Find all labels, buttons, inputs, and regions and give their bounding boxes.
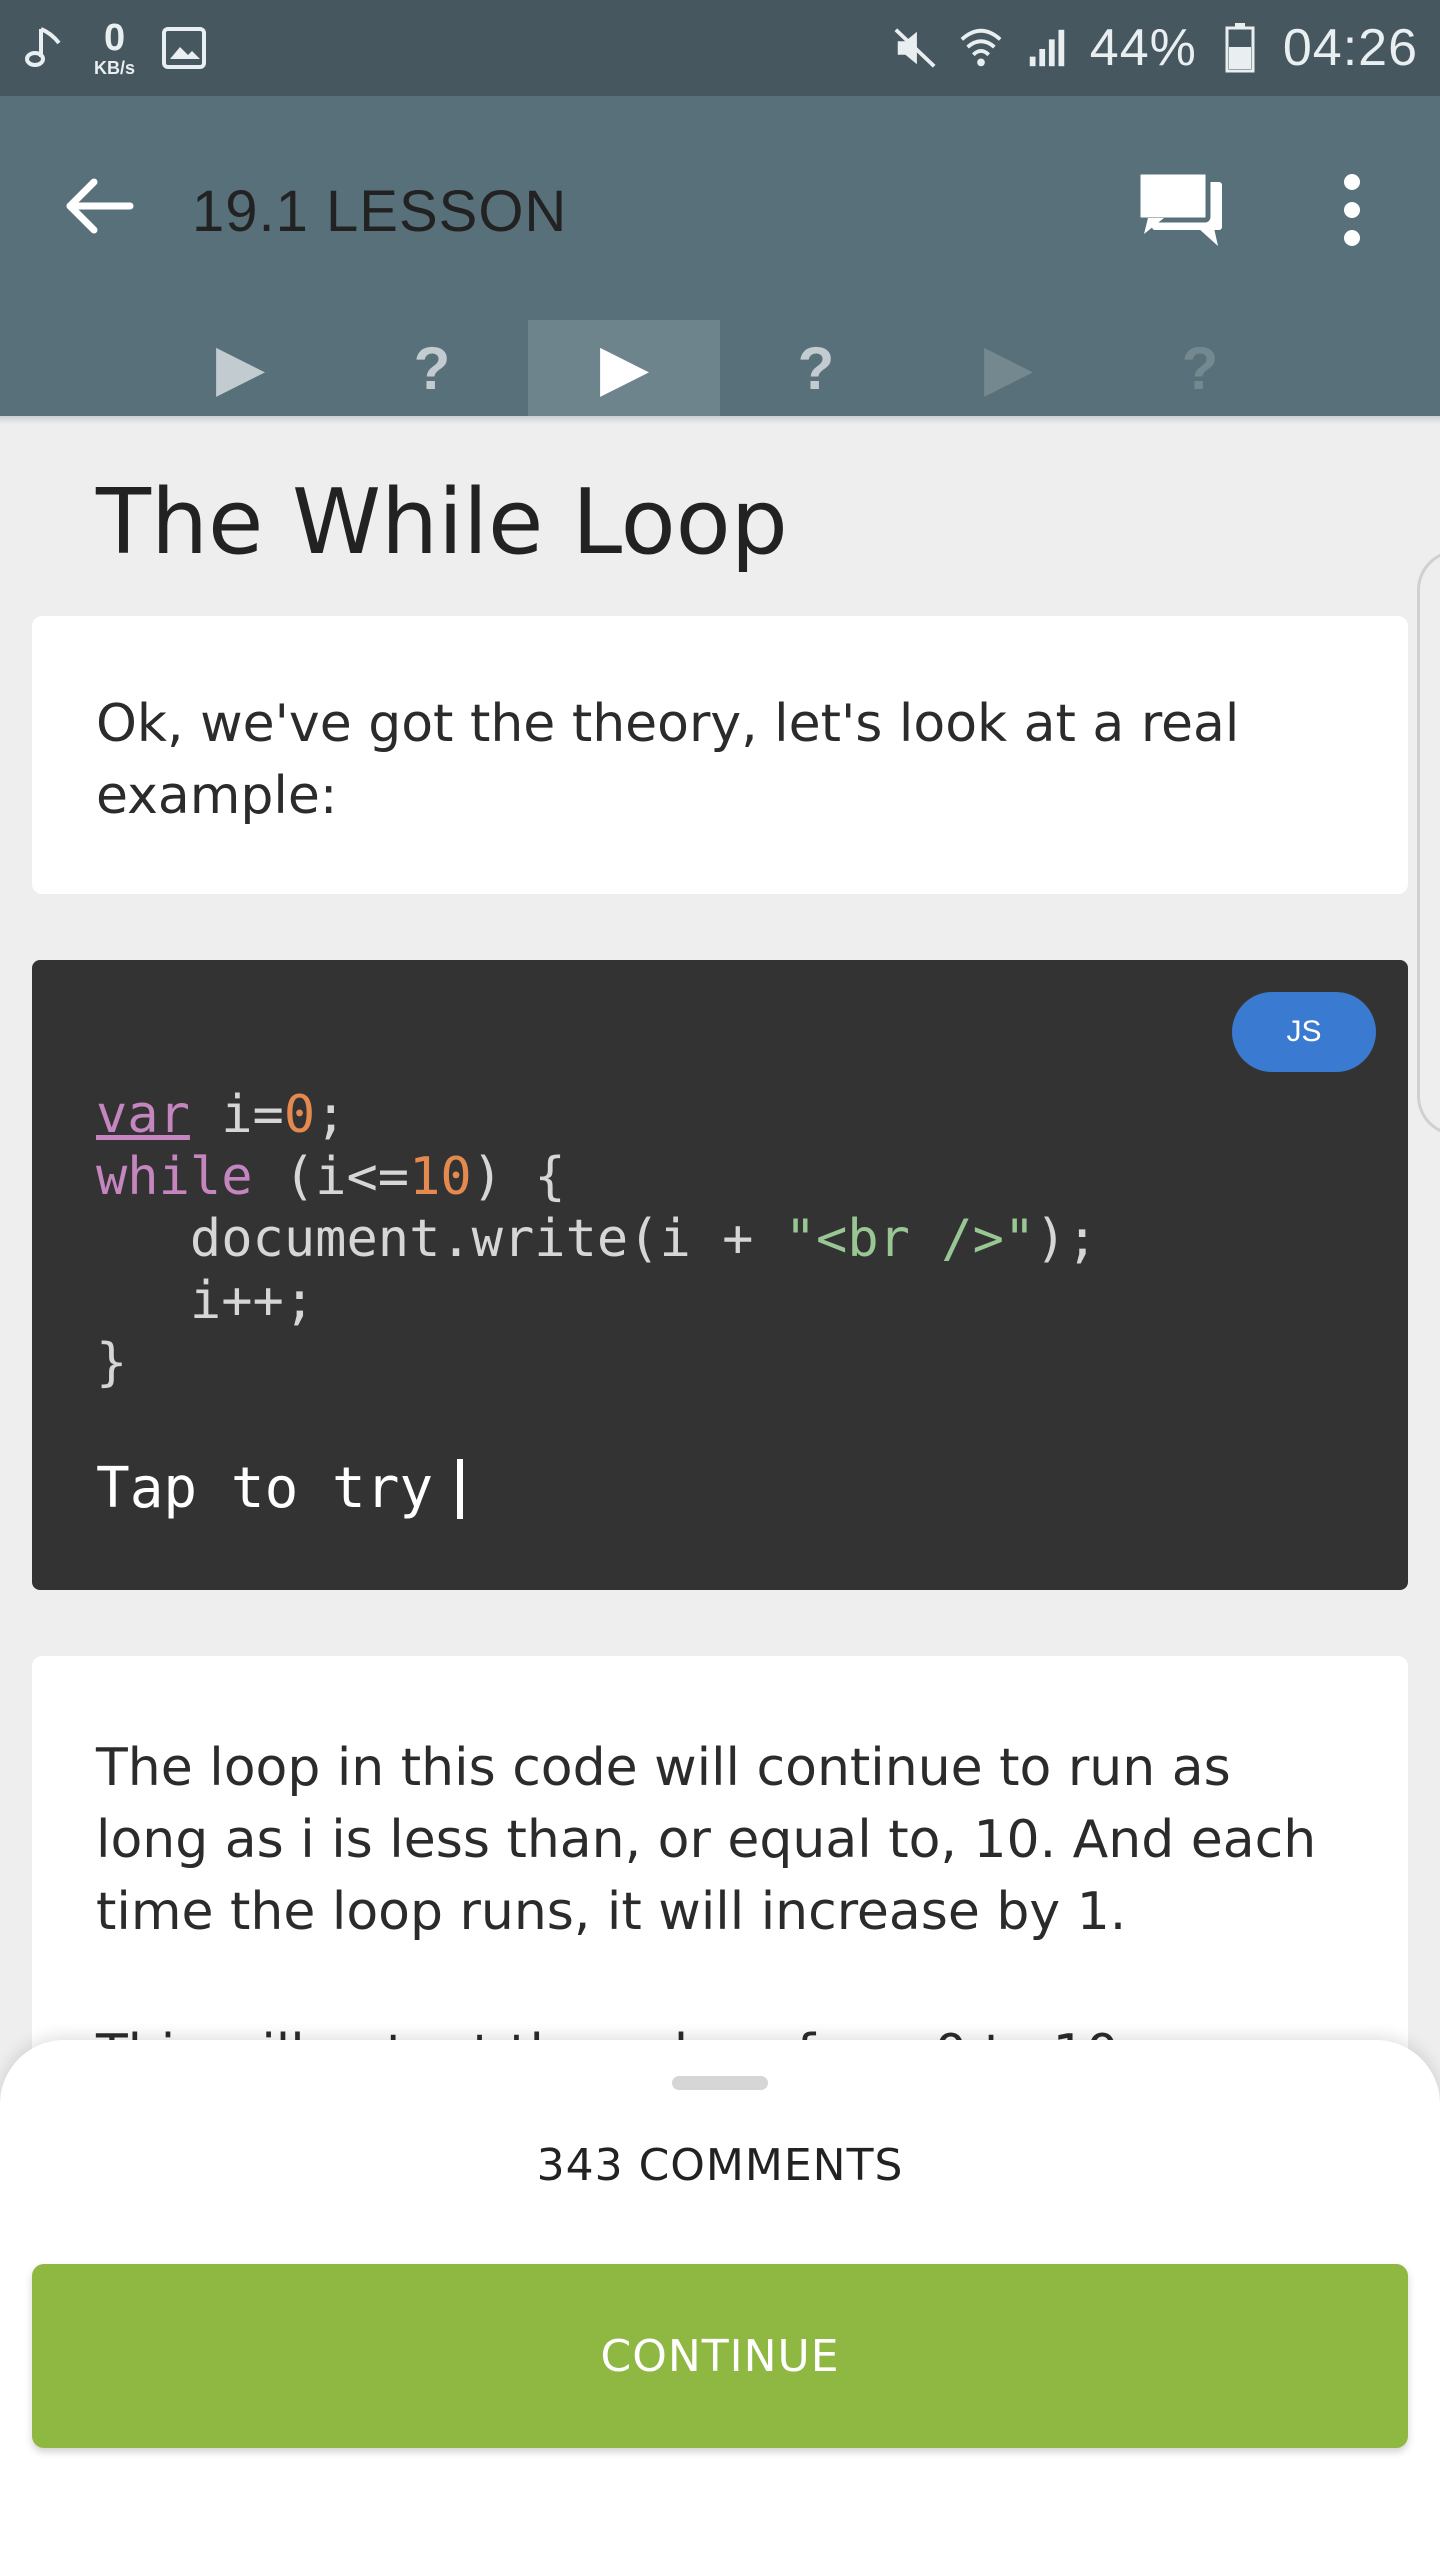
code-fragment: i++; xyxy=(96,1271,316,1331)
tap-to-try-label: Tap to try xyxy=(96,1456,434,1521)
play-icon: ▶ xyxy=(984,334,1032,401)
code-keyword: while xyxy=(96,1147,253,1207)
step-tab-6[interactable]: ? xyxy=(1104,320,1296,416)
language-badge: JS xyxy=(1232,992,1376,1072)
intro-card: Ok, we've got the theory, let's look at … xyxy=(32,616,1408,894)
comments-icon xyxy=(1135,169,1222,246)
battery-percent: 44% xyxy=(1089,19,1197,77)
overflow-menu-icon xyxy=(1344,174,1360,246)
code-fragment: i= xyxy=(189,1085,284,1145)
back-button[interactable] xyxy=(52,160,144,252)
code-fragment: document.write(i + xyxy=(96,1209,785,1269)
code-fragment: ); xyxy=(1035,1209,1098,1269)
image-icon xyxy=(161,25,207,71)
intro-text: Ok, we've got the theory, let's look at … xyxy=(96,694,1240,826)
network-speed-unit: KB/s xyxy=(94,58,136,78)
lesson-title: The While Loop xyxy=(96,470,788,575)
bottom-sheet: 343 COMMENTS CONTINUE xyxy=(0,2040,1440,2560)
comments-count[interactable]: 343 COMMENTS xyxy=(0,2140,1440,2191)
back-arrow-icon xyxy=(66,178,134,234)
page-title: 19.1 LESSON xyxy=(192,179,568,244)
scroll-edge xyxy=(1417,550,1440,1136)
explanation-text: The loop in this code will continue to r… xyxy=(96,1738,1317,1942)
comments-button[interactable] xyxy=(1130,160,1230,260)
play-icon: ▶ xyxy=(600,334,648,401)
code-fragment: (i<= xyxy=(252,1147,410,1207)
sheet-drag-handle[interactable] xyxy=(672,2076,768,2090)
lesson-steps: ▶ ? ▶ ? ▶ ? xyxy=(0,320,1440,416)
code-number: 0 xyxy=(283,1085,316,1145)
code-fragment: ; xyxy=(315,1085,347,1145)
signal-icon xyxy=(1024,25,1070,71)
code-number: 10 xyxy=(409,1147,472,1207)
continue-button[interactable]: CONTINUE xyxy=(32,2264,1408,2448)
text-cursor xyxy=(457,1458,464,1519)
question-icon: ? xyxy=(1181,334,1219,402)
mute-icon xyxy=(892,25,938,71)
step-tab-3[interactable]: ▶ xyxy=(528,320,720,416)
clock: 04:26 xyxy=(1282,19,1418,77)
battery-icon xyxy=(1217,23,1263,73)
status-bar: 0 KB/s 44% 04:26 xyxy=(0,0,1440,96)
tabs-shadow xyxy=(0,416,1440,424)
network-speed-value: 0 xyxy=(103,17,126,59)
code-string: "<br />" xyxy=(784,1209,1036,1269)
wifi-icon xyxy=(958,25,1004,71)
code-text: var i=0; while (i<=10) { document.write(… xyxy=(96,1084,1098,1394)
step-tab-4[interactable]: ? xyxy=(720,320,912,416)
network-speed: 0 KB/s xyxy=(94,19,135,77)
code-keyword: var xyxy=(96,1085,190,1145)
overflow-menu-button[interactable] xyxy=(1320,160,1384,260)
code-fragment: } xyxy=(96,1333,128,1393)
play-icon: ▶ xyxy=(216,334,264,401)
code-block[interactable]: JS var i=0; while (i<=10) { document.wri… xyxy=(32,960,1408,1590)
step-tab-5[interactable]: ▶ xyxy=(912,320,1104,416)
step-tab-2[interactable]: ? xyxy=(336,320,528,416)
code-fragment: ) { xyxy=(471,1147,566,1207)
tap-to-try[interactable]: Tap to try xyxy=(96,1456,464,1521)
question-icon: ? xyxy=(413,334,451,402)
step-tab-1[interactable]: ▶ xyxy=(144,320,336,416)
music-note-icon xyxy=(22,25,68,71)
question-icon: ? xyxy=(797,334,835,402)
